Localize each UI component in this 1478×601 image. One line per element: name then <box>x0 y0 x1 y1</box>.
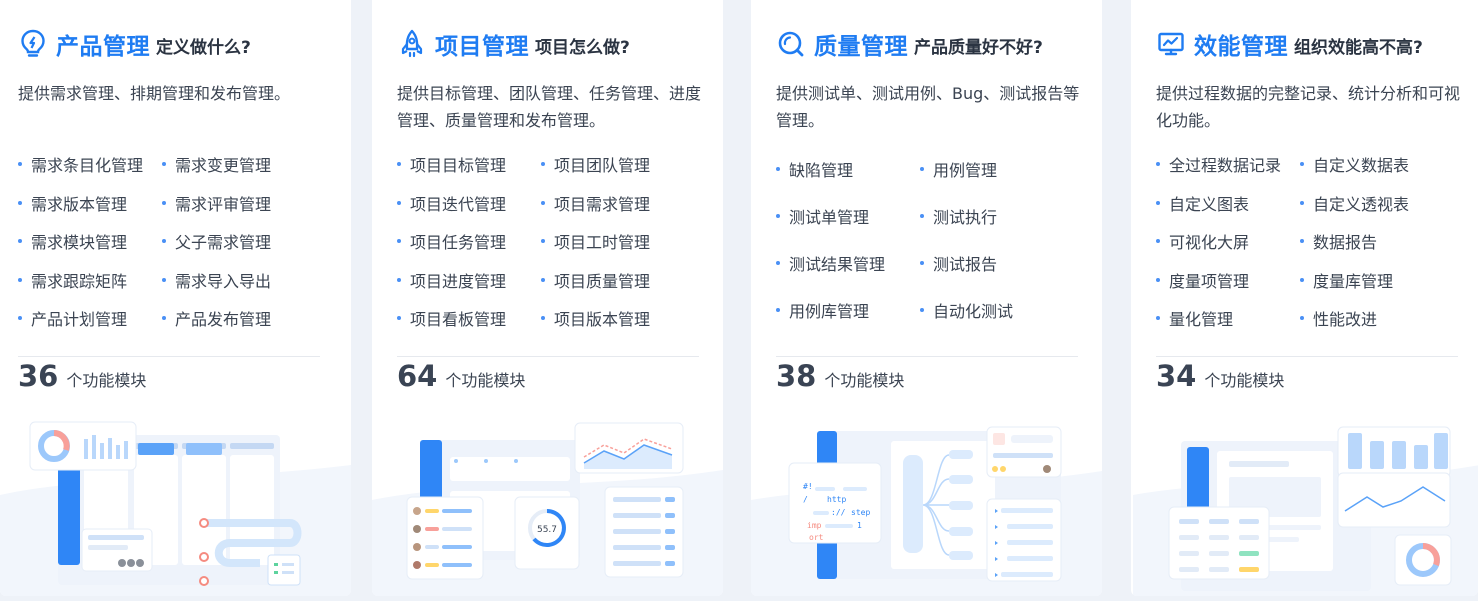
divider <box>1156 356 1458 357</box>
card-description: 提供过程数据的完整记录、统计分析和可视化功能。 <box>1156 84 1461 130</box>
card-quality-management[interactable]: 质量管理 产品质量好不好? 提供测试单、测试用例、Bug、测试报告等管理。 缺陷… <box>751 0 1102 596</box>
feature-item: 需求模块管理 <box>18 229 162 253</box>
feature-item: 自定义图表 <box>1156 191 1300 215</box>
feature-item: 用例管理 <box>920 157 1064 181</box>
card-subtitle: 组织效能高不高? <box>1294 38 1423 58</box>
feature-item: 测试报告 <box>920 251 1064 275</box>
project-dashboard-illustration: 55.7 <box>372 422 723 596</box>
feature-list: 项目目标管理 项目团队管理 项目迭代管理 项目需求管理 项目任务管理 项目工时管… <box>397 152 717 330</box>
feature-item: 项目目标管理 <box>397 152 541 176</box>
card-title: 质量管理 <box>814 34 908 60</box>
feature-item: 度量库管理 <box>1300 268 1444 292</box>
card-header: 质量管理 产品质量好不好? <box>776 26 1043 62</box>
code-line: :// <box>831 508 846 517</box>
feature-item: 测试单管理 <box>776 204 920 228</box>
card-title: 效能管理 <box>1194 34 1288 60</box>
feature-item: 项目任务管理 <box>397 229 541 253</box>
lightbulb-icon <box>18 28 48 60</box>
module-count-unit: 个功能模块 <box>1204 371 1285 390</box>
module-count-number: 64 <box>397 359 438 393</box>
code-line: 1 <box>857 521 862 530</box>
card-description: 提供测试单、测试用例、Bug、测试报告等管理。 <box>776 84 1080 130</box>
feature-item: 需求条目化管理 <box>18 152 162 176</box>
feature-item: 项目迭代管理 <box>397 191 541 215</box>
feature-item: 父子需求管理 <box>162 229 306 253</box>
card-product-management[interactable]: 产品管理 定义做什么? 提供需求管理、排期管理和发布管理。 需求条目化管理 需求… <box>0 0 351 596</box>
feature-item: 度量项管理 <box>1156 268 1300 292</box>
divider <box>18 356 320 357</box>
divider <box>397 356 699 357</box>
feature-list: 全过程数据记录 自定义数据表 自定义图表 自定义透视表 可视化大屏 数据报告 度… <box>1156 152 1476 330</box>
module-count: 34 个功能模块 <box>1156 358 1284 394</box>
feature-item: 性能改进 <box>1300 306 1444 330</box>
module-count-number: 34 <box>1156 359 1197 393</box>
module-count-number: 38 <box>776 359 817 393</box>
feature-item: 需求跟踪矩阵 <box>18 268 162 292</box>
code-line: http <box>827 495 846 504</box>
feature-item: 测试结果管理 <box>776 251 920 275</box>
card-description: 提供目标管理、团队管理、任务管理、进度管理、质量管理和发布管理。 <box>397 84 702 130</box>
card-title: 产品管理 <box>56 34 150 60</box>
efficiency-dashboard-illustration <box>1133 426 1478 596</box>
feature-item: 项目版本管理 <box>541 306 685 330</box>
feature-item: 数据报告 <box>1300 229 1444 253</box>
divider <box>776 356 1078 357</box>
feature-list: 需求条目化管理 需求变更管理 需求版本管理 需求评审管理 需求模块管理 父子需求… <box>18 152 338 330</box>
quality-mindmap-illustration: #! / http :// step imp 1 ort <box>751 426 1102 596</box>
feature-item: 项目团队管理 <box>541 152 685 176</box>
code-line: imp <box>807 521 822 530</box>
feature-list: 缺陷管理 用例管理 测试单管理 测试执行 测试结果管理 测试报告 用例库管理 自… <box>776 157 1096 322</box>
feature-item: 需求变更管理 <box>162 152 306 176</box>
product-dashboard-illustration <box>0 421 351 596</box>
card-header: 产品管理 定义做什么? <box>18 26 251 62</box>
feature-item: 项目工时管理 <box>541 229 685 253</box>
feature-item: 项目质量管理 <box>541 268 685 292</box>
rocket-icon <box>397 28 427 60</box>
feature-item: 项目需求管理 <box>541 191 685 215</box>
feature-item: 产品计划管理 <box>18 306 162 330</box>
code-line: ort <box>809 533 824 542</box>
feature-item: 自定义数据表 <box>1300 152 1444 176</box>
feature-item: 缺陷管理 <box>776 157 920 181</box>
card-project-management[interactable]: 项目管理 项目怎么做? 提供目标管理、团队管理、任务管理、进度管理、质量管理和发… <box>372 0 723 596</box>
feature-item: 全过程数据记录 <box>1156 152 1300 176</box>
feature-item: 用例库管理 <box>776 298 920 322</box>
feature-item: 项目看板管理 <box>397 306 541 330</box>
card-efficiency-management[interactable]: 效能管理 组织效能高不高? 提供过程数据的完整记录、统计分析和可视化功能。 全过… <box>1131 0 1478 596</box>
feature-item: 需求版本管理 <box>18 191 162 215</box>
module-count-unit: 个功能模块 <box>66 371 147 390</box>
card-subtitle: 产品质量好不好? <box>914 38 1043 58</box>
feature-item: 需求评审管理 <box>162 191 306 215</box>
card-header: 效能管理 组织效能高不高? <box>1156 26 1423 62</box>
search-q-icon <box>776 28 806 60</box>
module-count-unit: 个功能模块 <box>445 371 526 390</box>
code-line: / <box>803 495 808 504</box>
module-count: 64 个功能模块 <box>397 358 525 394</box>
code-line: step <box>851 508 870 517</box>
feature-item: 自动化测试 <box>920 298 1064 322</box>
module-count-unit: 个功能模块 <box>824 371 905 390</box>
card-header: 项目管理 项目怎么做? <box>397 26 630 62</box>
card-subtitle: 定义做什么? <box>156 38 251 58</box>
card-title: 项目管理 <box>435 34 529 60</box>
module-count-number: 36 <box>18 359 59 393</box>
progress-value: 55.7 <box>537 525 557 535</box>
feature-item: 可视化大屏 <box>1156 229 1300 253</box>
feature-item: 自定义透视表 <box>1300 191 1444 215</box>
code-line: #! <box>803 482 813 491</box>
monitor-chart-icon <box>1156 28 1186 60</box>
module-count: 36 个功能模块 <box>18 358 146 394</box>
feature-item: 量化管理 <box>1156 306 1300 330</box>
feature-item: 需求导入导出 <box>162 268 306 292</box>
feature-item: 测试执行 <box>920 204 1064 228</box>
feature-item: 项目进度管理 <box>397 268 541 292</box>
feature-item: 产品发布管理 <box>162 306 306 330</box>
module-count: 38 个功能模块 <box>776 358 904 394</box>
card-subtitle: 项目怎么做? <box>535 38 630 58</box>
card-description: 提供需求管理、排期管理和发布管理。 <box>18 84 291 103</box>
